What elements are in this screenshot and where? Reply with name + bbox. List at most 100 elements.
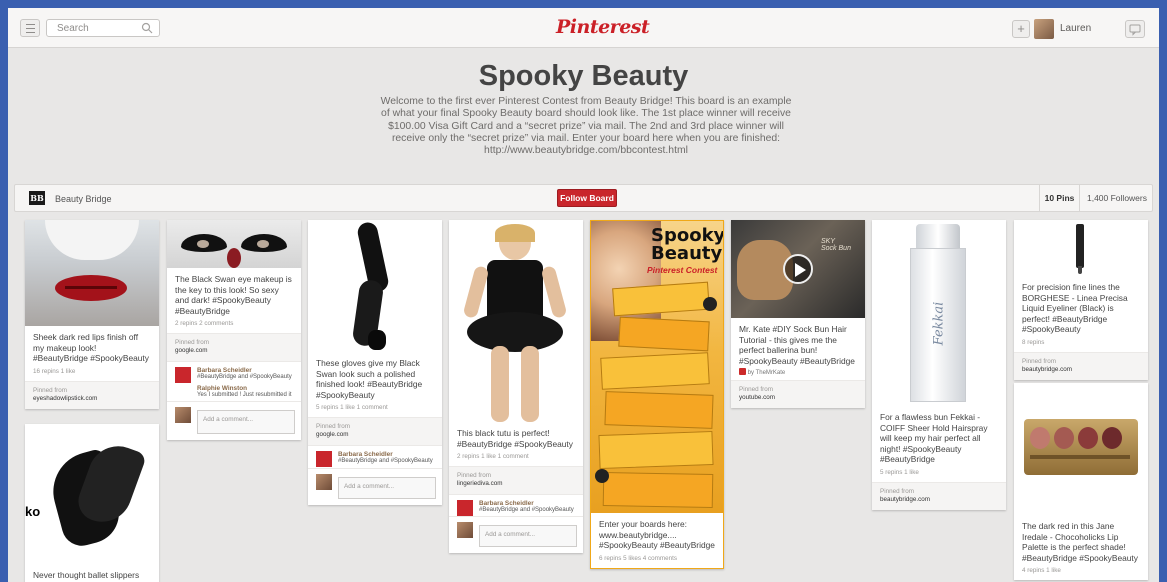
- menu-button[interactable]: [20, 19, 40, 37]
- current-user-avatar: [175, 406, 191, 423]
- pin-description: These gloves give my Black Swan look suc…: [316, 358, 423, 400]
- add-comment-input[interactable]: Add a comment...: [479, 525, 577, 548]
- commenter-name[interactable]: Barbara Scheidler: [338, 451, 434, 458]
- pinned-from-label: Pinned from: [1022, 357, 1056, 365]
- comment-text: #BeautyBridge and #SpookyBeauty: [338, 458, 433, 465]
- top-bar: Search Pinterest + Lauren: [8, 8, 1159, 48]
- pin-description: The dark red in this Jane Iredale - Choc…: [1022, 521, 1138, 563]
- pinned-from-label: Pinned from: [316, 423, 350, 431]
- owner-name[interactable]: Beauty Bridge: [55, 194, 112, 204]
- pin-image-black-swan[interactable]: [167, 220, 301, 268]
- pin-card[interactable]: This black tutu is perfect! #BeautyBridg…: [449, 220, 583, 554]
- search-input[interactable]: Search: [46, 19, 160, 37]
- pin-source[interactable]: Pinned from lingeriediva.com: [449, 466, 583, 495]
- pin-card[interactable]: Fekkai For a flawless bun Fekkai - COIFF…: [872, 220, 1006, 510]
- pin-image-sock-bun-video[interactable]: SKY Sock Bun: [731, 220, 865, 318]
- comment-text: #BeautyBridge and #SpookyBeauty: [479, 507, 574, 514]
- pin-source[interactable]: Pinned from google.com: [167, 333, 301, 362]
- pin-description: For precision fine lines the BORGHESE - …: [1022, 282, 1128, 335]
- pin-image-black-tutu[interactable]: [449, 220, 583, 422]
- pin-card[interactable]: Spooky Beauty Pinterest Contest Enter yo…: [590, 220, 724, 569]
- pin-card[interactable]: SKY Sock Bun Mr. Kate #DIY Sock Bun Hair …: [731, 220, 865, 409]
- pinterest-logo[interactable]: Pinterest: [556, 16, 650, 38]
- pin-stats[interactable]: 5 repins 1 like 1 comment: [308, 402, 442, 417]
- comment-text: Yes I submitted ! Just resubmitted it: [197, 391, 292, 398]
- pin-stats[interactable]: 8 repins: [1014, 337, 1148, 352]
- source-domain[interactable]: beautybridge.com: [1022, 366, 1072, 373]
- video-author[interactable]: by TheMrKate: [748, 370, 786, 376]
- pin-description: This black tutu is perfect! #BeautyBridg…: [457, 428, 573, 449]
- commenter-avatar[interactable]: [175, 367, 191, 384]
- pin-source[interactable]: Pinned from eyeshadowlipstick.com: [25, 380, 159, 409]
- owner-logo[interactable]: BB: [29, 191, 45, 205]
- commenter-name[interactable]: Ralphie Winston: [197, 385, 293, 392]
- pin-stats[interactable]: 5 repins 1 like: [872, 467, 1006, 482]
- search-placeholder: Search: [57, 23, 89, 34]
- pin-image-fekkai-hairspray[interactable]: Fekkai: [872, 220, 1006, 406]
- youtube-icon: [739, 368, 746, 376]
- source-domain[interactable]: eyeshadowlipstick.com: [33, 395, 97, 402]
- product-brand: Fekkai: [931, 301, 947, 346]
- pin-image-ballet-slippers[interactable]: ko: [25, 424, 159, 564]
- pin-comment: Barbara Scheidler #BeautyBridge and #Spo…: [167, 361, 301, 400]
- pin-stats[interactable]: 16 repins 1 like: [25, 366, 159, 381]
- commenter-name[interactable]: Barbara Scheidler: [197, 367, 293, 374]
- play-icon[interactable]: [783, 254, 813, 284]
- board-info-bar: BB Beauty Bridge Follow Board 10 Pins 1,…: [14, 184, 1153, 212]
- source-domain[interactable]: lingeriediva.com: [457, 480, 503, 487]
- commenter-name[interactable]: Barbara Scheidler: [479, 500, 575, 507]
- pin-description: Enter your boards here: www.beautybridge…: [599, 519, 715, 551]
- pin-stats[interactable]: 4 repins 1 like: [1014, 565, 1148, 580]
- pin-description: Never thought ballet slippers: [33, 570, 140, 580]
- pin-comment: Barbara Scheidler #BeautyBridge and #Spo…: [308, 445, 442, 468]
- source-domain[interactable]: google.com: [316, 431, 349, 438]
- pin-image-contest-poster[interactable]: Spooky Beauty Pinterest Contest: [591, 221, 723, 513]
- pin-source[interactable]: Pinned from google.com: [308, 417, 442, 446]
- pin-card[interactable]: ko Never thought ballet slippers: [25, 424, 159, 582]
- source-domain[interactable]: beautybridge.com: [880, 496, 930, 503]
- pin-source[interactable]: Pinned from youtube.com: [731, 380, 865, 409]
- pin-stats[interactable]: 6 repins 5 likes 4 comments: [591, 553, 723, 568]
- poster-subtitle: Beauty: [651, 243, 723, 264]
- pin-description: For a flawless bun Fekkai - COIFF Sheer …: [880, 412, 988, 465]
- username-link[interactable]: Lauren: [1060, 23, 1091, 34]
- pin-card[interactable]: The Black Swan eye makeup is the key to …: [167, 220, 301, 440]
- pin-description: Mr. Kate #DIY Sock Bun Hair Tutorial - t…: [739, 324, 855, 366]
- pinned-from-label: Pinned from: [739, 386, 773, 394]
- commenter-avatar[interactable]: [457, 500, 473, 517]
- pin-source[interactable]: Pinned from beautybridge.com: [1014, 351, 1148, 380]
- video-credit[interactable]: by TheMrKate: [731, 368, 865, 380]
- pin-image-black-gloves[interactable]: [308, 220, 442, 352]
- commenter-avatar[interactable]: [316, 451, 332, 468]
- pin-card[interactable]: These gloves give my Black Swan look suc…: [308, 220, 442, 505]
- board-title: Spooky Beauty: [478, 60, 689, 92]
- pin-stats[interactable]: 2 repins 2 comments: [167, 318, 301, 333]
- pins-count[interactable]: 10 Pins: [1039, 185, 1079, 211]
- pin-card[interactable]: Sheek dark red lips finish off my makeup…: [25, 220, 159, 409]
- pin-image-borghese-eyeliner[interactable]: [1014, 220, 1148, 276]
- pinned-from-label: Pinned from: [175, 339, 209, 347]
- search-icon[interactable]: [141, 22, 153, 34]
- follow-board-button[interactable]: Follow Board: [557, 189, 617, 207]
- pin-stats[interactable]: 2 repins 1 like 1 comment: [449, 451, 583, 466]
- pin-card[interactable]: For precision fine lines the BORGHESE - …: [1014, 220, 1148, 380]
- plus-icon: +: [1017, 21, 1025, 36]
- page-frame: Search Pinterest + Lauren Spooky Beauty …: [8, 8, 1159, 582]
- add-comment-input[interactable]: Add a comment...: [197, 409, 295, 434]
- pin-comment: Barbara Scheidler #BeautyBridge and #Spo…: [449, 494, 583, 517]
- followers-count[interactable]: 1,400 Followers: [1079, 185, 1154, 211]
- add-pin-button[interactable]: +: [1012, 20, 1030, 38]
- add-comment-row: Add a comment...: [449, 516, 583, 548]
- source-domain[interactable]: youtube.com: [739, 394, 775, 401]
- notifications-button[interactable]: [1125, 20, 1145, 38]
- add-comment-input[interactable]: Add a comment...: [338, 476, 436, 499]
- pin-image-lip-palette[interactable]: [1014, 383, 1148, 515]
- pin-card[interactable]: The dark red in this Jane Iredale - Choc…: [1014, 383, 1148, 581]
- user-avatar[interactable]: [1034, 19, 1054, 39]
- pin-image-red-lips[interactable]: [25, 220, 159, 326]
- pin-source[interactable]: Pinned from beautybridge.com: [872, 481, 1006, 510]
- comment-text: #BeautyBridge and #SpookyBeauty: [197, 374, 292, 381]
- speech-bubble-icon: [1129, 24, 1141, 36]
- pin-description: The Black Swan eye makeup is the key to …: [175, 274, 292, 316]
- source-domain[interactable]: google.com: [175, 347, 208, 354]
